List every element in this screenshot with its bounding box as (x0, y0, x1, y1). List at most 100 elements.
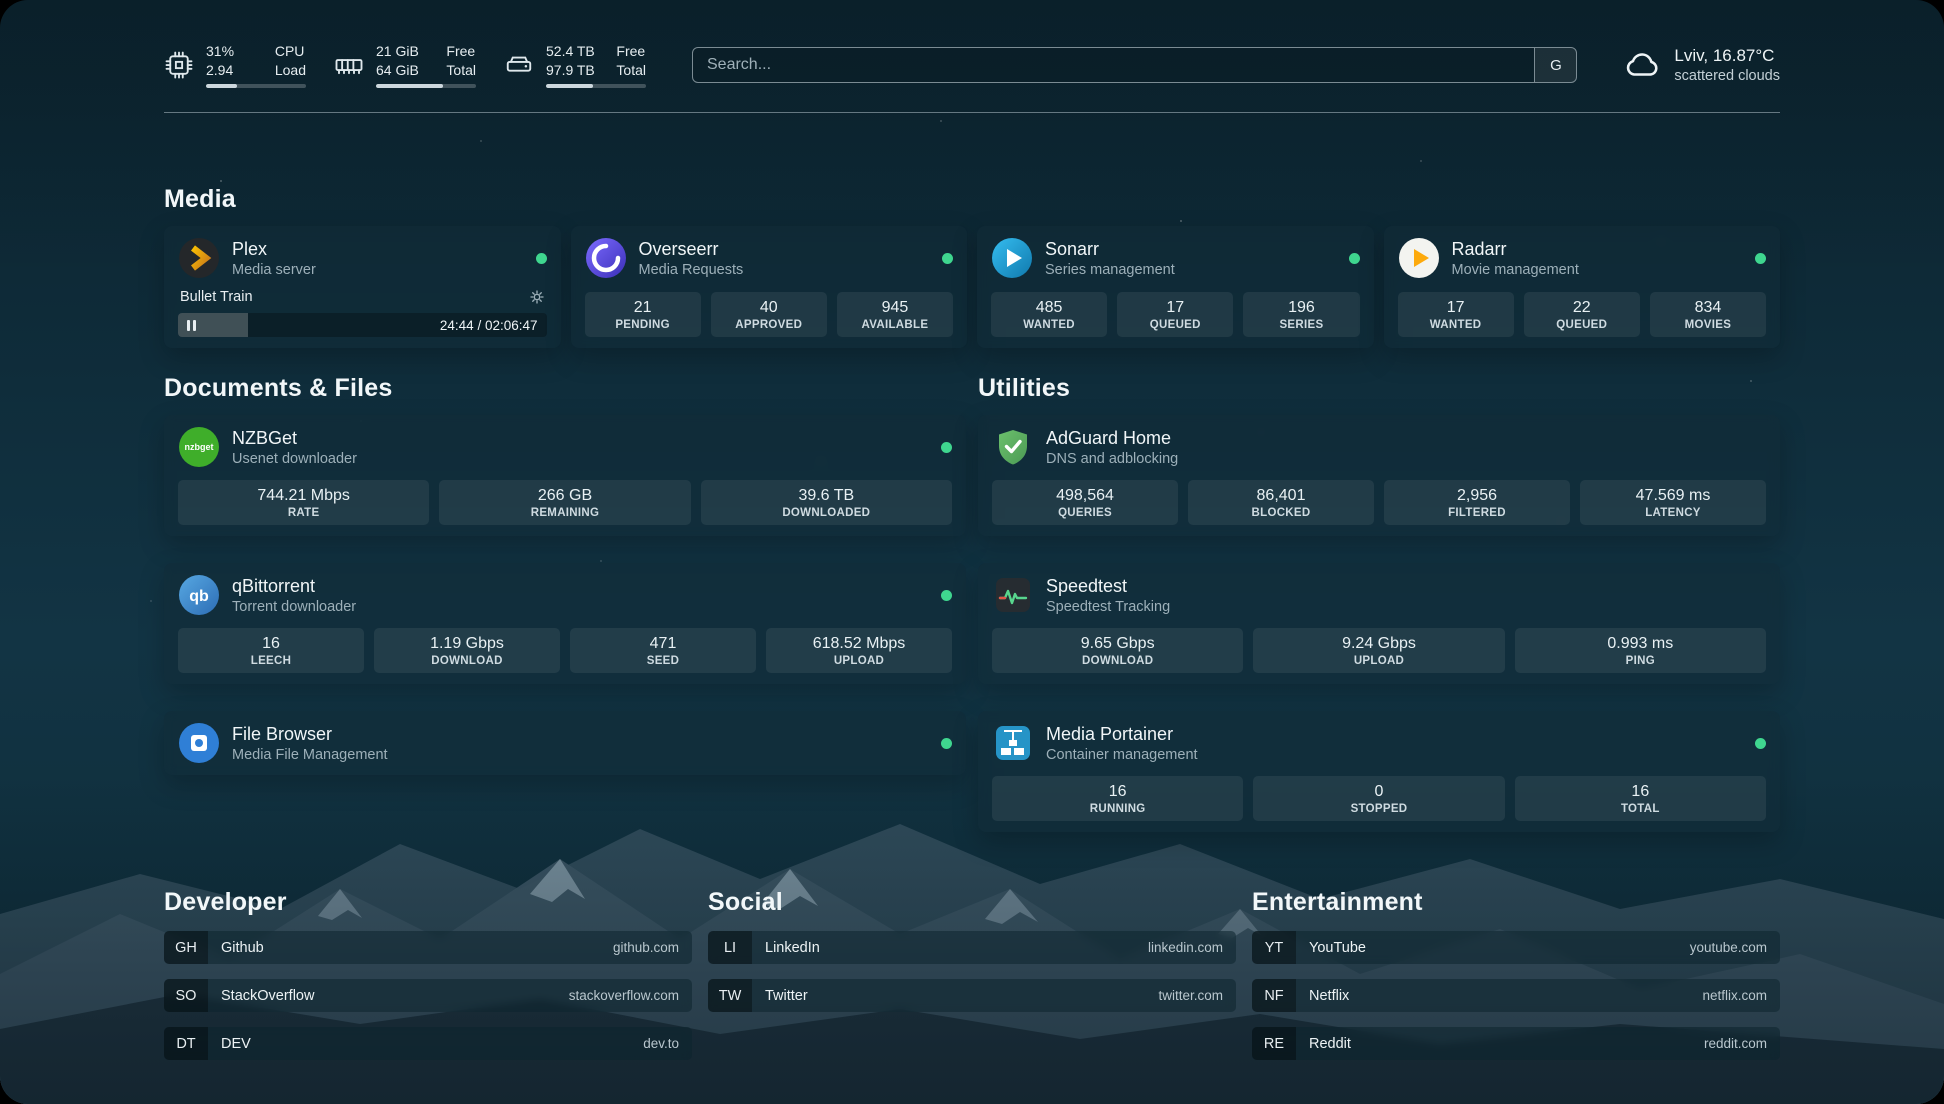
weather-widget: Lviv, 16.87°C scattered clouds (1623, 46, 1780, 84)
cloud-icon (1623, 46, 1661, 84)
memory-label-top: Free (446, 42, 476, 60)
radarr-status-dot (1755, 253, 1766, 264)
bookmark-stackoverflow[interactable]: SO StackOverflow stackoverflow.com (164, 979, 692, 1012)
stat-seed: 471 SEED (570, 628, 756, 673)
search-provider-button[interactable]: G (1534, 48, 1576, 82)
sonarr-title: Sonarr (1045, 239, 1175, 261)
bookmark-group-developer: Developer GH Github github.com SO StackO… (164, 888, 692, 1060)
nzbget-status-dot (941, 442, 952, 453)
developer-section-title: Developer (164, 888, 692, 917)
sonarr-subtitle: Series management (1045, 262, 1175, 278)
service-card-adguard[interactable]: AdGuard Home DNS and adblocking 498,564 … (978, 415, 1780, 536)
overseerr-subtitle: Media Requests (639, 262, 744, 278)
search-input[interactable] (693, 48, 1534, 82)
cpu-percent: 31% (206, 42, 234, 60)
resource-widgets: 31% 2.94 CPU Load (164, 42, 646, 88)
dashboard: 31% 2.94 CPU Load (0, 0, 1944, 1104)
bookmark-linkedin[interactable]: LI LinkedIn linkedin.com (708, 931, 1236, 964)
stat-available: 945 AVAILABLE (837, 292, 953, 337)
disk-total: 97.9 TB (546, 61, 595, 79)
stat-remaining: 266 GB REMAINING (439, 480, 690, 525)
utilities-section-title: Utilities (978, 374, 1780, 403)
service-card-sonarr[interactable]: Sonarr Series management 485 WANTED 17 Q… (977, 226, 1374, 348)
overseerr-status-dot (942, 253, 953, 264)
service-card-portainer[interactable]: Media Portainer Container management 16 … (978, 711, 1780, 832)
sonarr-icon (991, 237, 1033, 279)
stat-pending: 21 PENDING (585, 292, 701, 337)
memory-bar (376, 84, 476, 88)
service-card-overseerr[interactable]: Overseerr Media Requests 21 PENDING 40 A… (571, 226, 968, 348)
nzbget-icon: nzbget (178, 426, 220, 468)
weather-condition: scattered clouds (1674, 68, 1780, 84)
entertainment-section-title: Entertainment (1252, 888, 1780, 917)
plex-title: Plex (232, 239, 316, 261)
github-abbr: GH (164, 931, 208, 964)
bookmark-reddit[interactable]: RE Reddit reddit.com (1252, 1027, 1780, 1060)
portainer-subtitle: Container management (1046, 747, 1198, 763)
service-card-filebrowser[interactable]: File Browser Media File Management (164, 711, 966, 775)
bookmark-twitter[interactable]: TW Twitter twitter.com (708, 979, 1236, 1012)
svg-text:nzbget: nzbget (185, 442, 214, 452)
reddit-abbr: RE (1252, 1027, 1296, 1060)
stat-rate: 744.21 Mbps RATE (178, 480, 429, 525)
cpu-widget: 31% 2.94 CPU Load (164, 42, 306, 88)
linkedin-abbr: LI (708, 931, 752, 964)
memory-label-bottom: Total (446, 61, 476, 79)
service-card-radarr[interactable]: Radarr Movie management 17 WANTED 22 QUE… (1384, 226, 1781, 348)
service-card-speedtest[interactable]: Speedtest Speedtest Tracking 9.65 Gbps D… (978, 563, 1780, 684)
disk-widget: 52.4 TB 97.9 TB Free Total (504, 42, 646, 88)
cpu-loadavg: 2.94 (206, 61, 234, 79)
speedtest-subtitle: Speedtest Tracking (1046, 599, 1170, 615)
portainer-status-dot (1755, 738, 1766, 749)
stat-queued: 22 QUEUED (1524, 292, 1640, 337)
radarr-icon (1398, 237, 1440, 279)
cpu-icon (164, 50, 194, 80)
radarr-subtitle: Movie management (1452, 262, 1579, 278)
portainer-title: Media Portainer (1046, 724, 1198, 746)
sonarr-status-dot (1349, 253, 1360, 264)
disk-icon (504, 50, 534, 80)
stat-download: 9.65 Gbps DOWNLOAD (992, 628, 1243, 673)
memory-icon (334, 50, 364, 80)
disk-label-top: Free (616, 42, 646, 60)
stat-wanted: 17 WANTED (1398, 292, 1514, 337)
stat-wanted: 485 WANTED (991, 292, 1107, 337)
snow-specks (0, 0, 2, 2)
twitter-abbr: TW (708, 979, 752, 1012)
adguard-title: AdGuard Home (1046, 428, 1178, 450)
plex-icon (178, 237, 220, 279)
speedtest-title: Speedtest (1046, 576, 1170, 598)
dev-abbr: DT (164, 1027, 208, 1060)
qbittorrent-icon: qb (178, 574, 220, 616)
plex-subtitle: Media server (232, 262, 316, 278)
service-card-nzbget[interactable]: nzbget NZBGet Usenet downloader 74 (164, 415, 966, 536)
bookmark-github[interactable]: GH Github github.com (164, 931, 692, 964)
memory-free: 21 GiB (376, 42, 419, 60)
adguard-icon (992, 426, 1034, 468)
stat-approved: 40 APPROVED (711, 292, 827, 337)
header-divider (164, 112, 1780, 113)
media-section-title: Media (164, 185, 1780, 214)
speedtest-icon (992, 574, 1034, 616)
bookmark-youtube[interactable]: YT YouTube youtube.com (1252, 931, 1780, 964)
adguard-subtitle: DNS and adblocking (1046, 451, 1178, 467)
service-card-plex[interactable]: Plex Media server Bullet Train (164, 226, 561, 348)
overseerr-title: Overseerr (639, 239, 744, 261)
stat-running: 16 RUNNING (992, 776, 1243, 821)
stat-movies: 834 MOVIES (1650, 292, 1766, 337)
qbittorrent-status-dot (941, 590, 952, 601)
stackoverflow-abbr: SO (164, 979, 208, 1012)
service-card-qbittorrent[interactable]: qb qBittorrent Torrent downloader (164, 563, 966, 684)
bookmark-dev[interactable]: DT DEV dev.to (164, 1027, 692, 1060)
section-media: Media Plex (164, 185, 1780, 348)
stat-queued: 17 QUEUED (1117, 292, 1233, 337)
nzbget-title: NZBGet (232, 428, 357, 450)
radarr-title: Radarr (1452, 239, 1579, 261)
search-bar: G (692, 47, 1577, 83)
gear-icon[interactable] (529, 289, 545, 305)
disk-free: 52.4 TB (546, 42, 595, 60)
section-utilities: Utilities (978, 374, 1780, 832)
plex-progress-bar: 24:44 / 02:06:47 (178, 313, 547, 337)
bookmark-netflix[interactable]: NF Netflix netflix.com (1252, 979, 1780, 1012)
plex-now-playing: Bullet Train (180, 289, 253, 305)
